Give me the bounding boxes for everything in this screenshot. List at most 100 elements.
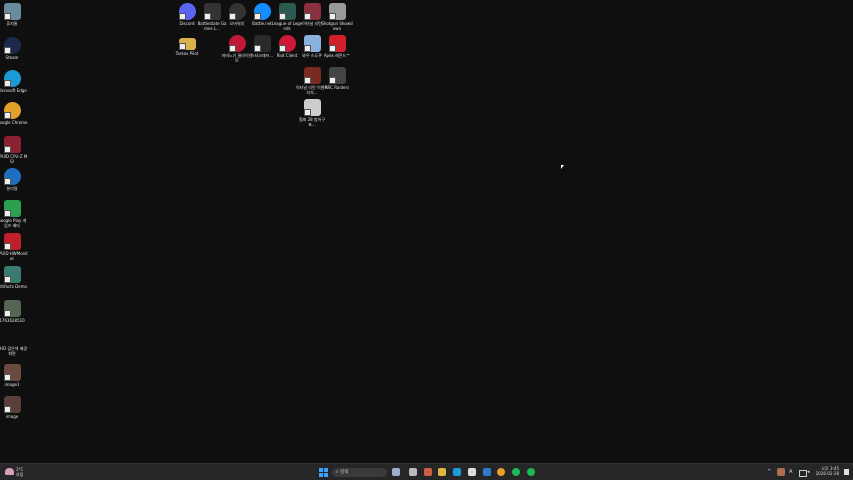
desktop-icon-label: Steam [5, 55, 19, 60]
desktop-icon-label: CPUID HWMonitor [0, 251, 28, 261]
ime-indicator[interactable]: A [789, 468, 792, 477]
desktop-icon[interactable]: Shotgun Showdown [321, 3, 353, 31]
desktop-icon[interactable]: ARC Raiders [322, 67, 352, 90]
shortcut-arrow-icon [3, 80, 11, 87]
tray-chevron-icon[interactable]: ^ [767, 468, 771, 477]
desktop-icon[interactable]: 1763628510 [0, 300, 27, 323]
overwatch-icon [228, 3, 246, 20]
taskbar: 3°C 흐림 ⌕ 검색 ^ A ◂ 오후 3:45 2026-02-28 [0, 463, 853, 480]
game-icon [3, 266, 21, 283]
arc-raiders-icon [328, 67, 346, 84]
desktop-icon-label: Microsoft Edge [0, 88, 27, 93]
search-placeholder: 검색 [339, 470, 349, 475]
start-button[interactable] [319, 468, 328, 477]
riot-icon [278, 35, 296, 52]
discord-icon [178, 3, 196, 20]
shortcut-arrow-icon [3, 178, 11, 185]
image-file-icon [3, 300, 21, 317]
starcraft-icon [253, 35, 271, 52]
shortcut-arrow-icon [178, 43, 186, 50]
desktop-icon-label: ARC Raiders [324, 85, 350, 90]
desktop-icon[interactable]: 휴지통 [0, 3, 27, 26]
network-icon[interactable] [799, 470, 807, 477]
desktop-icon[interactable]: Google Chrome [0, 102, 28, 125]
shortcut-arrow-icon [303, 109, 311, 116]
desktop-icon-label: Google Chrome [0, 120, 28, 125]
desktop-icon[interactable]: 분리됨 [0, 168, 27, 191]
shortcut-arrow-icon [253, 45, 261, 52]
search-box[interactable]: ⌕ 검색 [332, 468, 387, 477]
folder-icon [178, 38, 196, 50]
desktop-icon[interactable]: image [0, 396, 27, 419]
taskbar-spotify-1-icon[interactable] [512, 468, 520, 476]
lol-icon [278, 3, 296, 20]
taskbar-mail-icon[interactable] [483, 468, 491, 476]
battlestate-icon [203, 3, 221, 20]
shortcut-arrow-icon [3, 243, 11, 250]
taskbar-task-view-icon[interactable] [409, 468, 417, 476]
desktop-icon[interactable]: image1 [0, 364, 27, 387]
taskbar-edge-icon[interactable] [453, 468, 461, 476]
notification-icon[interactable] [844, 469, 849, 475]
eternal-return-icon [303, 3, 321, 20]
shortcut-arrow-icon [3, 13, 11, 20]
image-file-icon [3, 364, 21, 381]
shortcut-arrow-icon [3, 406, 11, 413]
shortcut-arrow-icon [253, 13, 261, 20]
chrome-icon [3, 102, 21, 119]
volume-icon[interactable]: ◂ [807, 468, 810, 477]
desktop-icon-label: Shotgun Showdown [321, 21, 353, 31]
desktop-icon[interactable]: Steam [0, 37, 27, 60]
taskbar-store-icon[interactable] [468, 468, 476, 476]
desktop-icon-label: image1 [4, 382, 20, 387]
desktop-icon[interactable]: QHD 검은색 배경화면 [0, 345, 27, 356]
desktop-icon-label: 분리됨 [6, 186, 18, 191]
edge-icon [3, 70, 21, 87]
desktop-icon[interactable]: Google Play 게임즈 베타 [0, 200, 27, 228]
game-icon [328, 3, 346, 20]
shortcut-arrow-icon [3, 374, 11, 381]
taskbar-file-explorer-icon[interactable] [438, 468, 446, 476]
desktop-icon[interactable]: Artifacts Demo [0, 266, 27, 289]
apex-icon [328, 35, 346, 52]
shortcut-arrow-icon [3, 112, 11, 119]
shortcut-arrow-icon [3, 276, 11, 283]
shortcut-arrow-icon [303, 13, 311, 20]
shortcut-arrow-icon [228, 45, 236, 52]
shortcut-arrow-icon [178, 13, 186, 20]
google-play-icon [3, 200, 21, 217]
desktop-icon[interactable]: 협회 28 방어구 표... [297, 99, 327, 127]
battlenet-icon [253, 3, 271, 20]
desktop-icon[interactable]: Microsoft Edge [0, 70, 27, 93]
game-icon [228, 35, 246, 52]
desktop-icon-label: Tarkov Pilot [175, 51, 199, 56]
shortcut-arrow-icon [328, 45, 336, 52]
weather-widget[interactable]: 3°C 흐림 [5, 467, 24, 477]
tray-app-icon[interactable] [777, 468, 785, 476]
shortcut-arrow-icon [328, 13, 336, 20]
shortcut-arrow-icon [303, 77, 311, 84]
shortcut-arrow-icon [3, 310, 11, 317]
desktop-icon-label: image [5, 414, 19, 419]
shortcut-arrow-icon [228, 13, 236, 20]
clock[interactable]: 오후 3:45 2026-02-28 [816, 466, 839, 476]
desktop-icon[interactable]: CPUID CPU-Z MSI [0, 136, 27, 164]
taskbar-spotify-2-icon[interactable] [527, 468, 535, 476]
weather-desc: 흐림 [16, 471, 24, 477]
steam-icon [3, 37, 21, 54]
sudoku-icon [303, 35, 321, 52]
desktop-icon-label: 1763628510 [0, 318, 25, 323]
shortcut-arrow-icon [203, 13, 211, 20]
desktop-icon-label: Google Play 게임즈 베타 [0, 218, 27, 228]
desktop-icon-label: CPUID CPU-Z MSI [0, 154, 28, 164]
desktop-icon[interactable]: Tarkov Pilot [172, 35, 202, 56]
desktop-icon-label: Artifacts Demo [0, 284, 27, 289]
image-file-icon [3, 396, 21, 413]
shortcut-arrow-icon [3, 47, 11, 54]
taskbar-explorer-app-icon[interactable] [392, 468, 400, 476]
desktop-icon[interactable]: Apex 레전드™ [322, 35, 352, 58]
hwmonitor-icon [3, 233, 21, 250]
desktop-icon[interactable]: CPUID HWMonitor [0, 233, 28, 261]
taskbar-app-1-icon[interactable] [424, 468, 432, 476]
taskbar-chrome-icon[interactable] [497, 468, 505, 476]
